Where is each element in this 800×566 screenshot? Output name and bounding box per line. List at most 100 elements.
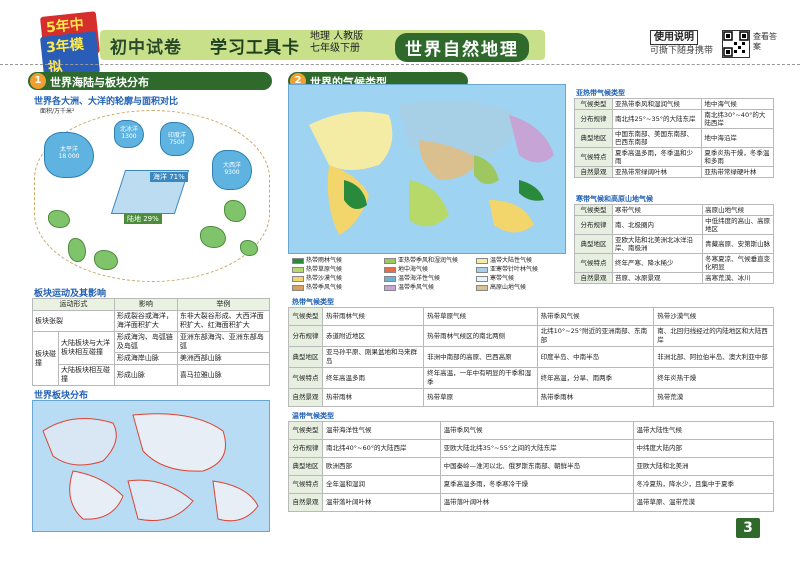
legend-item: 寒带气候	[476, 274, 514, 283]
table-cell: 亚欧大陆和北美洲	[632, 457, 774, 476]
table-cell: 亚热带常绿硬叶林	[701, 166, 774, 178]
table-cell: 典型地区	[288, 346, 323, 368]
table-cell: 热带雨林气候	[321, 307, 425, 326]
legend-swatch	[292, 275, 304, 282]
section-number: 1	[30, 73, 46, 89]
climate-legend: 热带雨林气候 热带草原气候 热带沙漠气候 热带季风气候 亚热带季风和湿润气候 地中海气候温…	[288, 256, 566, 292]
table-cell: 板块张裂	[32, 310, 115, 332]
legend-label: 温带海洋性气候	[398, 275, 441, 282]
legend-item: 亚寒带针叶林气候	[476, 265, 538, 274]
table-cell: 温带季风气候	[439, 421, 634, 440]
table-cell: 典型地区	[574, 128, 613, 148]
world-plate-map	[32, 400, 270, 532]
table-row: 分布规律 南北纬40°~60°的大陆西岸 亚欧大陆北纬35°~55°之间的大陆东岸中…	[288, 439, 774, 458]
table-cell: 高原山地气候	[702, 204, 774, 216]
climate-map: 热带雨林气候 热带草原气候 热带沙漠气候 热带季风气候 亚热带季风和湿润气候 地中海气候温…	[288, 84, 566, 294]
table-cell: 热带雨林	[321, 388, 425, 407]
table-cell: 地中海气候	[701, 98, 774, 110]
table-row: 典型地区 欧洲西部 中国秦岭—淮河以北、俄罗斯东南部、朝鲜半岛 亚欧大陆和北美洲	[288, 457, 774, 476]
legend-label: 热带草原气候	[306, 266, 343, 273]
table-cell: 终年高温多雨	[321, 367, 425, 389]
qr-code-icon[interactable]	[722, 30, 750, 58]
usage-note: 使用说明 可撕下随身携带	[650, 30, 720, 58]
subtropical-table: 气候类型 亚热带季风和湿润气候 地中海气候 分布规律 南北纬25°~35°的大陆东岸南…	[574, 98, 774, 178]
continent-shape	[68, 238, 86, 262]
table-cell: 气候类型	[288, 307, 323, 326]
tropical-table: 气候类型 热带雨林气候 热带草原气候 热带季风气候 热带沙漠气候 分布规律 赤道附近地区热…	[288, 307, 774, 407]
legend-swatch	[384, 284, 396, 291]
table-cell: 南北纬40°~60°的大陆西岸	[322, 439, 441, 458]
table-cell: 南、北回归线经过的内陆地区和大陆西岸	[653, 325, 774, 347]
legend-label: 亚热带季风和湿润气候	[398, 257, 459, 264]
legend-label: 亚寒带针叶林气候	[490, 266, 539, 273]
continent-shape	[48, 210, 70, 228]
continent-shape	[94, 250, 118, 270]
table-cell: 非洲中南部的高原、巴西高原	[423, 346, 538, 368]
table-cell: 亚热带季风和湿润气候	[611, 98, 703, 110]
section-title: 世界海陆与板块分布	[50, 76, 149, 89]
table-cell: 南、北极圈内	[611, 215, 704, 235]
table-header-cell: 运动形式	[32, 298, 115, 311]
table-cell: 自然景观	[288, 493, 323, 512]
table-row: 气候特点 夏季高温多雨，冬季温和少雨 夏季炎热干燥，冬季温和多雨	[574, 147, 774, 167]
legend-swatch	[292, 266, 304, 273]
table-cell: 气候特点	[574, 147, 613, 167]
table-cell: 终年高温，分旱、雨两季	[536, 367, 655, 389]
table-cell: 分布规律	[288, 325, 323, 347]
table-cell: 形成海岸山脉	[113, 352, 178, 365]
table-cell: 印度半岛、中南半岛	[536, 346, 655, 368]
legend-item: 地中海气候	[384, 265, 428, 274]
legend-swatch	[384, 257, 396, 264]
legend-swatch	[292, 284, 304, 291]
legend-swatch	[292, 257, 304, 264]
table-row: 自然景观 热带雨林 热带草原 热带季雨林 热带荒漠	[288, 388, 774, 407]
table-cell: 热带季风气候	[536, 307, 655, 326]
qr-label: 查看答案	[753, 32, 777, 51]
continent-shape	[224, 200, 246, 222]
table-cell: 分布规律	[288, 439, 323, 458]
table-cell: 典型地区	[574, 234, 613, 254]
tear-line	[0, 64, 800, 66]
table-cell: 自然景观	[574, 166, 613, 178]
continent-shape	[240, 240, 258, 256]
pacific-label: 太平洋 18 000	[58, 146, 80, 160]
edition-line-2: 七年级下册	[310, 43, 360, 54]
legend-item: 热带雨林气候	[292, 256, 342, 265]
table-row: 板块张裂 形成裂谷或海洋，海洋面积扩大 东非大裂谷形成、大西洋面积扩大、红海面积…	[32, 310, 271, 332]
table-cell: 东非大裂谷形成、大西洋面积扩大、红海面积扩大	[176, 310, 271, 332]
table-cell: 气候类型	[574, 98, 613, 110]
table-cell: 气候类型	[574, 204, 613, 216]
table-cell: 夏季炎热干燥，冬季温和多雨	[701, 147, 774, 167]
legend-swatch	[384, 275, 396, 282]
legend-label: 寒带气候	[490, 275, 515, 282]
table-cell: 南北纬25°~35°的大陆东岸	[611, 109, 703, 129]
ocean-percent: 海洋 71%	[150, 172, 188, 182]
page-header: 5年中考 3年模拟 初中试卷 学习工具卡 地理 人教版 七年级下册 世界自然地理…	[0, 0, 800, 79]
table-cell: 亚欧大陆和北美洲北冰洋沿岸、南极洲	[611, 234, 704, 254]
table-header-row: 运动形式 影响 举例	[32, 298, 271, 311]
table-cell: 大陆板块与大洋板块相互碰撞	[58, 331, 115, 365]
legend-label: 热带季风气候	[306, 284, 343, 291]
legend-label: 热带雨林气候	[306, 257, 343, 264]
area-unit-label: 面积/万千米²	[40, 108, 75, 115]
legend-label: 温带季风气候	[398, 284, 435, 291]
tropical-caption: 热带气候类型	[292, 298, 334, 306]
table-row: 气候类型 温带海洋性气候 温带季风气候 温带大陆性气候	[288, 421, 774, 440]
table-cell: 全年温和湿润	[322, 475, 441, 494]
table-cell: 热带雨林气候区的南北两侧	[423, 325, 538, 347]
title-sub: 学习工具卡	[210, 38, 300, 58]
edition-line-1: 地理 人教版	[310, 31, 364, 42]
table-cell: 非洲北部、阿拉伯半岛、澳大利亚中部	[653, 346, 774, 368]
legend-item: 热带草原气候	[292, 265, 342, 274]
table-cell: 终年高温，一年中有明显的干季和湿季	[423, 367, 538, 389]
table-row: 分布规律 赤道附近地区 热带雨林气候区的南北两侧 北纬10°~25°附近的亚洲南部、东…	[288, 325, 774, 347]
table-cell: 赤道附近地区	[321, 325, 425, 347]
table-cell: 冬冷夏热，降水少，且集中于夏季	[632, 475, 774, 494]
table-row: 典型地区 亚欧大陆和北美洲北冰洋沿岸、南极洲 青藏高原、安第斯山脉	[574, 234, 774, 254]
table-cell: 气候类型	[288, 421, 323, 440]
table-cell: 欧洲西部	[322, 457, 441, 476]
table-cell: 自然景观	[574, 272, 613, 284]
subject-title: 世界自然地理	[395, 33, 529, 62]
plate-movement-table: 运动形式 影响 举例 板块张裂 形成裂谷或海洋，海洋面积扩大 东非大裂谷形成、大…	[32, 298, 271, 386]
table-row: 自然景观 温带落叶阔叶林 温带落叶阔叶林 温带草原、温带荒漠	[288, 493, 774, 512]
